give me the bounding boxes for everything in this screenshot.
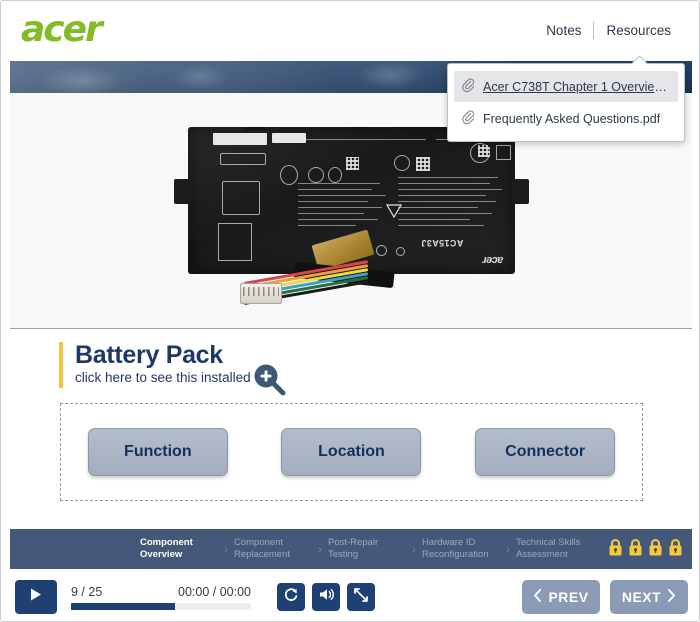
lock-icon-2 <box>628 538 643 561</box>
breadcrumb-step-line2: Overview <box>140 549 183 560</box>
acer-logo: acer <box>21 9 103 50</box>
play-button[interactable] <box>15 580 57 614</box>
page-subtitle: click here to see this installed <box>75 370 251 385</box>
page-title: Battery Pack <box>75 341 223 369</box>
battery-connector <box>240 283 282 304</box>
breadcrumb-separator: › <box>318 542 322 556</box>
top-header: acer Notes Resources <box>1 1 699 59</box>
title-block: Battery Pack click here to see this inst… <box>59 342 251 388</box>
battery-pack-photo: AC15A3J acer <box>174 127 529 307</box>
fullscreen-button[interactable] <box>347 583 375 611</box>
resource-item-2[interactable]: Frequently Asked Questions.pdf <box>454 103 678 134</box>
breadcrumb-step-technical-skills-assessment[interactable]: Technical Skills Assessment <box>516 537 594 561</box>
hotspot-button-location[interactable]: Location <box>281 428 422 476</box>
breadcrumb-step-line1: Post-Repair <box>328 537 379 549</box>
breadcrumb-step-line1: Component <box>234 537 284 549</box>
battery-mount-tab-left <box>174 179 191 204</box>
course-player-window: acer Notes Resources Acer C738T Chapter … <box>0 0 700 622</box>
battery-model-text: AC15A3J <box>420 238 463 248</box>
paperclip-icon <box>462 109 475 128</box>
title-accent-bar <box>59 342 63 388</box>
resource-item-2-label: Frequently Asked Questions.pdf <box>483 111 661 126</box>
volume-button[interactable] <box>312 583 340 611</box>
breadcrumb-step-line2: Testing <box>328 549 359 560</box>
prev-button-label: PREV <box>548 589 589 605</box>
replay-icon <box>283 587 299 608</box>
breadcrumb-step-line2: Assessment <box>516 549 568 560</box>
paperclip-icon <box>462 77 475 96</box>
header-links: Notes Resources <box>534 21 683 40</box>
lock-icon-1 <box>608 538 623 561</box>
breadcrumb-separator: › <box>224 542 228 556</box>
battery-mount-tab-right <box>512 179 529 204</box>
breadcrumb-step-post-repair-testing[interactable]: Post-Repair Testing <box>328 537 406 561</box>
secondary-controls <box>277 583 375 611</box>
resources-link[interactable]: Resources <box>594 21 683 40</box>
hotspot-button-function[interactable]: Function <box>87 428 228 476</box>
chevron-left-icon <box>533 589 542 605</box>
hotspot-button-connector[interactable]: Connector <box>475 428 616 476</box>
lock-badges <box>608 538 683 561</box>
progress-fill <box>71 602 176 610</box>
breadcrumb-step-line2: Replacement <box>234 549 290 560</box>
breadcrumb-step-line1: Hardware ID <box>422 537 476 549</box>
replay-button[interactable] <box>277 583 305 611</box>
notes-link[interactable]: Notes <box>534 21 593 40</box>
battery-brand-text: acer <box>482 254 503 266</box>
breadcrumb-step-hardware-id-reconfiguration[interactable]: Hardware ID Reconfiguration <box>422 537 500 561</box>
progress-track[interactable] <box>71 602 251 610</box>
hotspot-container: Function Location Connector <box>60 403 643 501</box>
resource-item-1[interactable]: Acer C738T Chapter 1 Overview of M... <box>454 71 678 102</box>
zoom-in-icon[interactable] <box>249 361 289 401</box>
player-controls-bar: 9 / 25 00:00 / 00:00 PREV NEXT <box>1 571 699 621</box>
volume-icon <box>318 587 335 607</box>
breadcrumb-separator: › <box>412 542 416 556</box>
slide-counter: 9 / 25 <box>71 584 103 599</box>
progress-group: 9 / 25 00:00 / 00:00 <box>71 585 251 610</box>
breadcrumb-step-component-replacement[interactable]: Component Replacement <box>234 537 312 561</box>
resources-dropdown: Acer C738T Chapter 1 Overview of M... Fr… <box>447 63 685 142</box>
chevron-right-icon <box>667 589 676 605</box>
resource-item-1-label: Acer C738T Chapter 1 Overview of M... <box>483 79 670 94</box>
breadcrumb: Component Overview › Component Replaceme… <box>10 529 692 569</box>
breadcrumb-step-line1: Technical Skills <box>516 537 581 549</box>
next-button-label: NEXT <box>621 589 662 605</box>
time-display: 00:00 / 00:00 <box>178 584 251 599</box>
prev-button[interactable]: PREV <box>522 580 600 614</box>
fullscreen-icon <box>353 587 369 608</box>
dropdown-arrow <box>632 56 647 64</box>
play-icon <box>29 587 43 607</box>
lock-icon-3 <box>648 538 663 561</box>
slide-content-area: Battery Pack click here to see this inst… <box>10 330 692 526</box>
navigation-buttons: PREV NEXT <box>522 580 688 614</box>
breadcrumb-step-line2: Reconfiguration <box>422 549 489 560</box>
lock-icon-4 <box>668 538 683 561</box>
next-button[interactable]: NEXT <box>610 580 688 614</box>
breadcrumb-separator: › <box>506 542 510 556</box>
breadcrumb-step-component-overview[interactable]: Component Overview <box>140 537 218 561</box>
breadcrumb-step-line1: Component <box>140 537 193 549</box>
